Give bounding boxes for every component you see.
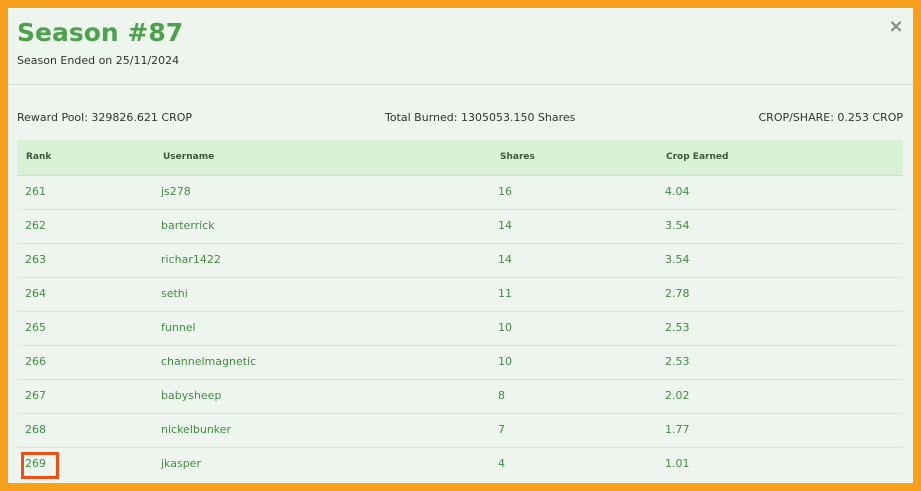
crop-earned-cell: 2.53 bbox=[665, 355, 690, 368]
table-row: 268 nickelbunker 7 1.77 bbox=[17, 414, 903, 448]
username-cell: nickelbunker bbox=[161, 423, 232, 436]
leaderboard-table: Rank Username Shares Crop Earned 261 js2… bbox=[17, 140, 903, 481]
column-header-username: Username bbox=[163, 152, 215, 162]
table-body: 261 js278 16 4.04 262 barterrick 14 3.54… bbox=[17, 176, 903, 481]
column-header-rank: Rank bbox=[26, 152, 52, 162]
username-cell: js278 bbox=[161, 185, 191, 198]
rank-cell: 267 bbox=[25, 389, 46, 402]
username-cell: sethi bbox=[161, 287, 188, 300]
rank-cell: 266 bbox=[25, 355, 46, 368]
shares-cell: 14 bbox=[498, 253, 512, 266]
reward-pool-stat: Reward Pool: 329826.621 CROP bbox=[17, 111, 193, 124]
table-row: 264 sethi 11 2.78 bbox=[17, 278, 903, 312]
rank-cell: 263 bbox=[25, 253, 46, 266]
username-cell: funnel bbox=[161, 321, 196, 334]
shares-cell: 8 bbox=[498, 389, 505, 402]
username-cell: jkasper bbox=[161, 457, 201, 470]
shares-cell: 11 bbox=[498, 287, 512, 300]
shares-cell: 4 bbox=[498, 457, 505, 470]
crop-earned-cell: 2.02 bbox=[665, 389, 690, 402]
table-row: 265 funnel 10 2.53 bbox=[17, 312, 903, 346]
username-cell: babysheep bbox=[161, 389, 222, 402]
shares-cell: 16 bbox=[498, 185, 512, 198]
rank-cell: 265 bbox=[25, 321, 46, 334]
table-row: 262 barterrick 14 3.54 bbox=[17, 210, 903, 244]
close-icon[interactable]: × bbox=[887, 18, 905, 36]
username-cell: channelmagnetic bbox=[161, 355, 257, 368]
rank-cell: 264 bbox=[25, 287, 46, 300]
column-header-crop-earned: Crop Earned bbox=[666, 152, 729, 162]
season-title: Season #87 bbox=[17, 18, 184, 47]
table-row: 266 channelmagnetic 10 2.53 bbox=[17, 346, 903, 380]
crop-earned-cell: 3.54 bbox=[665, 253, 690, 266]
total-burned-stat: Total Burned: 1305053.150 Shares bbox=[385, 111, 576, 124]
shares-cell: 7 bbox=[498, 423, 505, 436]
username-cell: barterrick bbox=[161, 219, 215, 232]
crop-earned-cell: 4.04 bbox=[665, 185, 690, 198]
table-row: 263 richar1422 14 3.54 bbox=[17, 244, 903, 278]
table-header-row: Rank Username Shares Crop Earned bbox=[17, 140, 903, 176]
shares-cell: 14 bbox=[498, 219, 512, 232]
season-ended-date: Season Ended on 25/11/2024 bbox=[17, 54, 180, 67]
table-row: 261 js278 16 4.04 bbox=[17, 176, 903, 210]
rank-cell: 261 bbox=[25, 185, 46, 198]
crop-per-share-stat: CROP/SHARE: 0.253 CROP bbox=[758, 111, 904, 124]
crop-earned-cell: 3.54 bbox=[665, 219, 690, 232]
username-cell: richar1422 bbox=[161, 253, 221, 266]
rank-cell: 268 bbox=[25, 423, 46, 436]
table-row: 267 babysheep 8 2.02 bbox=[17, 380, 903, 414]
table-row: 269 jkasper 4 1.01 bbox=[17, 448, 903, 481]
rank-highlight-box bbox=[21, 452, 59, 479]
crop-earned-cell: 1.77 bbox=[665, 423, 690, 436]
shares-cell: 10 bbox=[498, 321, 512, 334]
season-stats: Reward Pool: 329826.621 CROP Total Burne… bbox=[17, 111, 903, 127]
crop-earned-cell: 2.78 bbox=[665, 287, 690, 300]
column-header-shares: Shares bbox=[500, 152, 535, 162]
shares-cell: 10 bbox=[498, 355, 512, 368]
season-modal: Season #87 Season Ended on 25/11/2024 × … bbox=[0, 0, 921, 491]
rank-cell: 262 bbox=[25, 219, 46, 232]
crop-earned-cell: 1.01 bbox=[665, 457, 690, 470]
crop-earned-cell: 2.53 bbox=[665, 321, 690, 334]
modal-header: Season #87 Season Ended on 25/11/2024 × bbox=[8, 8, 913, 85]
rank-cell: 269 bbox=[21, 452, 59, 479]
